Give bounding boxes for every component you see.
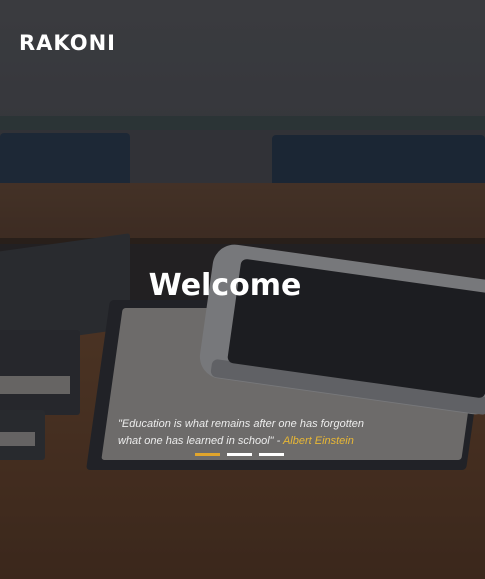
- carousel-indicator-1[interactable]: [195, 453, 220, 456]
- hero-title: Welcome: [148, 268, 302, 303]
- hero-quote: "Education is what remains after one has…: [118, 416, 378, 450]
- carousel-indicator-2[interactable]: [227, 453, 252, 456]
- quote-author: Albert Einstein: [282, 435, 354, 447]
- carousel-indicator-3[interactable]: [259, 453, 284, 456]
- carousel-indicators: [195, 453, 284, 456]
- brand-logo[interactable]: RAKONI: [19, 31, 116, 55]
